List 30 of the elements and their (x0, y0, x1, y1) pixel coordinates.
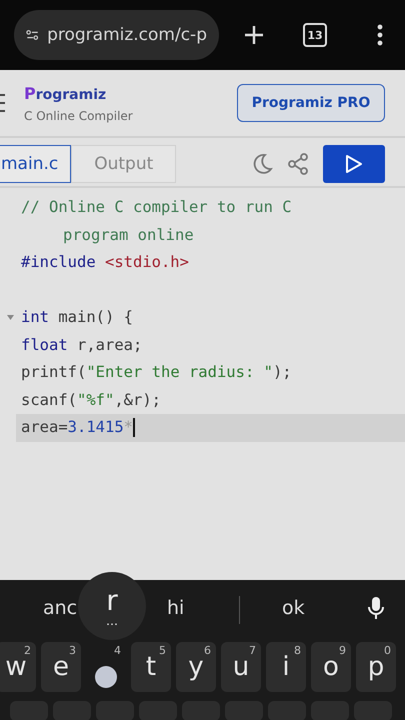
code-line: scanf("%f",&r); (21, 390, 161, 410)
suggestion[interactable]: ok (282, 597, 305, 619)
tab-count-button[interactable]: 13 (303, 23, 327, 47)
fold-arrow-icon[interactable] (7, 315, 14, 320)
run-button[interactable] (323, 145, 385, 183)
moon-icon[interactable] (251, 153, 273, 175)
code-line: float r,area; (21, 334, 142, 356)
site-settings-icon[interactable] (26, 27, 40, 43)
play-icon (345, 154, 363, 174)
code-line: // Online C compiler to run C program online (21, 197, 293, 246)
suggestion[interactable]: anc (43, 597, 78, 619)
new-tab-icon[interactable] (243, 24, 265, 46)
menu-icon[interactable] (377, 24, 383, 46)
menu-icon[interactable] (0, 92, 5, 114)
keyboard-key[interactable]: 4 (86, 642, 126, 692)
microphone-icon[interactable] (368, 596, 384, 620)
code-line: #include <stdio.h> (21, 252, 189, 273)
share-icon[interactable] (287, 153, 309, 175)
text-cursor (133, 418, 136, 438)
pro-button[interactable]: Programiz PRO (237, 84, 385, 122)
file-tab[interactable]: main.c (0, 145, 72, 183)
address-bar[interactable]: programiz.com/c-p (14, 10, 219, 60)
code-line: int main() { (21, 307, 133, 328)
code-line: printf("Enter the radius: "); (21, 362, 292, 383)
code-line: area=3.1415* (21, 417, 136, 440)
touch-indicator (95, 666, 117, 688)
subtitle: C Online Compiler (24, 108, 133, 122)
logo: Programiz (24, 84, 108, 102)
suggestion[interactable]: hi (167, 597, 184, 619)
key-preview-popup: r … (78, 572, 146, 640)
